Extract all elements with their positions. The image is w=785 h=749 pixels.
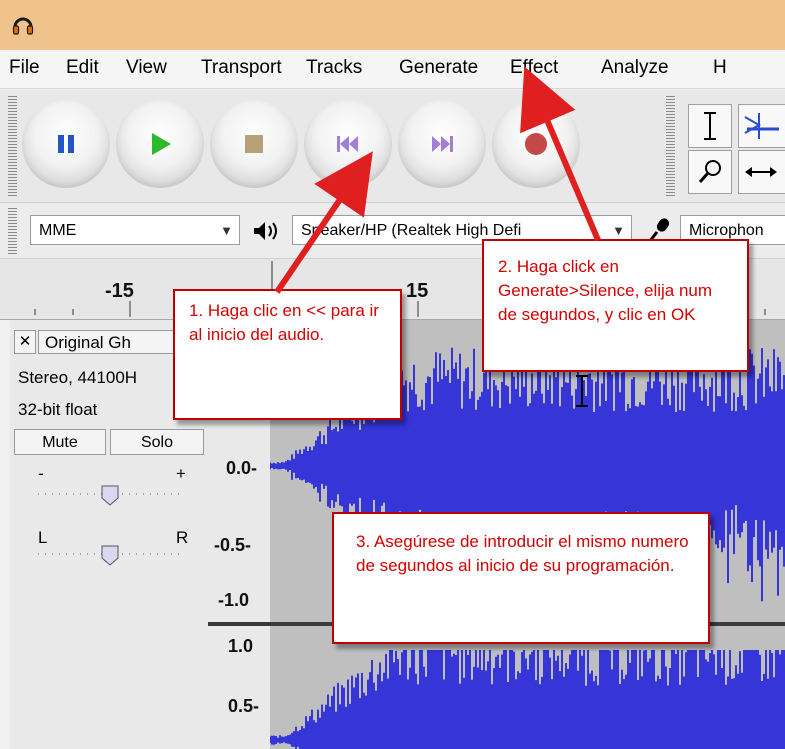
arrow-step-1 xyxy=(274,151,373,294)
arrow-step-2 xyxy=(520,66,601,242)
annotation-arrows xyxy=(274,66,601,294)
i-beam-cursor-icon xyxy=(576,375,588,407)
